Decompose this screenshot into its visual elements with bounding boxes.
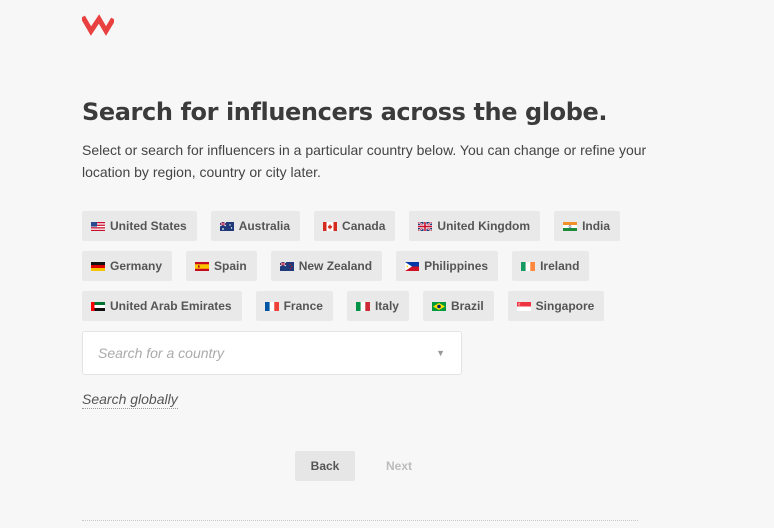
flag-it-icon [355,301,370,311]
country-chip-united-kingdom[interactable]: United Kingdom [409,211,541,241]
search-globally-link[interactable]: Search globally [82,391,178,409]
flag-au-icon [219,221,234,231]
country-chip-row: Germany Spain New Zealand Philippines Ir… [82,251,590,281]
flag-gb-icon [418,221,433,231]
country-chip-label: France [283,299,323,313]
flag-sg-icon [516,301,531,311]
flag-ca-icon [323,221,338,231]
country-chip-label: New Zealand [298,259,373,273]
country-chip-row: United States Australia Canada United Ki… [82,211,621,241]
country-chip-spain[interactable]: Spain [186,251,257,281]
flag-es-icon [195,261,210,271]
page-title: Search for influencers across the globe. [82,98,608,126]
country-chip-canada[interactable]: Canada [314,211,396,241]
country-chip-label: Germany [110,259,163,273]
country-chip-singapore[interactable]: Singapore [507,291,605,321]
country-chip-united-states[interactable]: United States [82,211,197,241]
country-chip-italy[interactable]: Italy [346,291,409,321]
country-chip-label: Singapore [535,299,595,313]
flag-in-icon [563,221,578,231]
flag-fr-icon [264,301,279,311]
country-search-input[interactable] [83,332,461,374]
brand-logo [82,14,114,36]
country-chip-germany[interactable]: Germany [82,251,173,281]
next-button[interactable]: Next [370,451,428,481]
country-chip-label: Ireland [540,259,580,273]
country-chip-label: Italy [374,299,399,313]
country-chip-philippines[interactable]: Philippines [396,251,499,281]
flag-de-icon [91,261,105,271]
country-chip-label: Canada [342,219,386,233]
country-chip-label: India [582,219,611,233]
country-chip-australia[interactable]: Australia [210,211,301,241]
footer-divider [82,520,638,521]
country-chip-label: United Kingdom [437,219,531,233]
back-button[interactable]: Back [295,451,355,481]
country-chip-new-zealand[interactable]: New Zealand [270,251,383,281]
country-chip-united-arab-emirates[interactable]: United Arab Emirates [82,291,242,321]
flag-us-icon [91,221,105,231]
country-chip-label: Australia [238,219,291,233]
country-chip-france[interactable]: France [255,291,333,321]
flag-ie-icon [521,261,536,271]
country-chip-label: United Arab Emirates [110,299,232,313]
country-chip-ireland[interactable]: Ireland [512,251,590,281]
chevron-down-icon[interactable]: ▼ [436,348,445,358]
country-search-select[interactable]: ▼ [82,331,462,375]
flag-ae-icon [91,301,105,311]
page-subtitle: Select or search for influencers in a pa… [82,142,647,180]
country-chip-label: Spain [214,259,247,273]
country-chip-india[interactable]: India [554,211,621,241]
flag-br-icon [431,301,446,311]
country-chip-brazil[interactable]: Brazil [422,291,494,321]
country-chip-label: Brazil [450,299,484,313]
country-chip-label: United States [110,219,187,233]
flag-nz-icon [279,261,294,271]
flag-ph-icon [405,261,420,271]
country-chip-label: Philippines [424,259,489,273]
country-chip-row: United Arab Emirates France Italy Brazil… [82,291,605,321]
